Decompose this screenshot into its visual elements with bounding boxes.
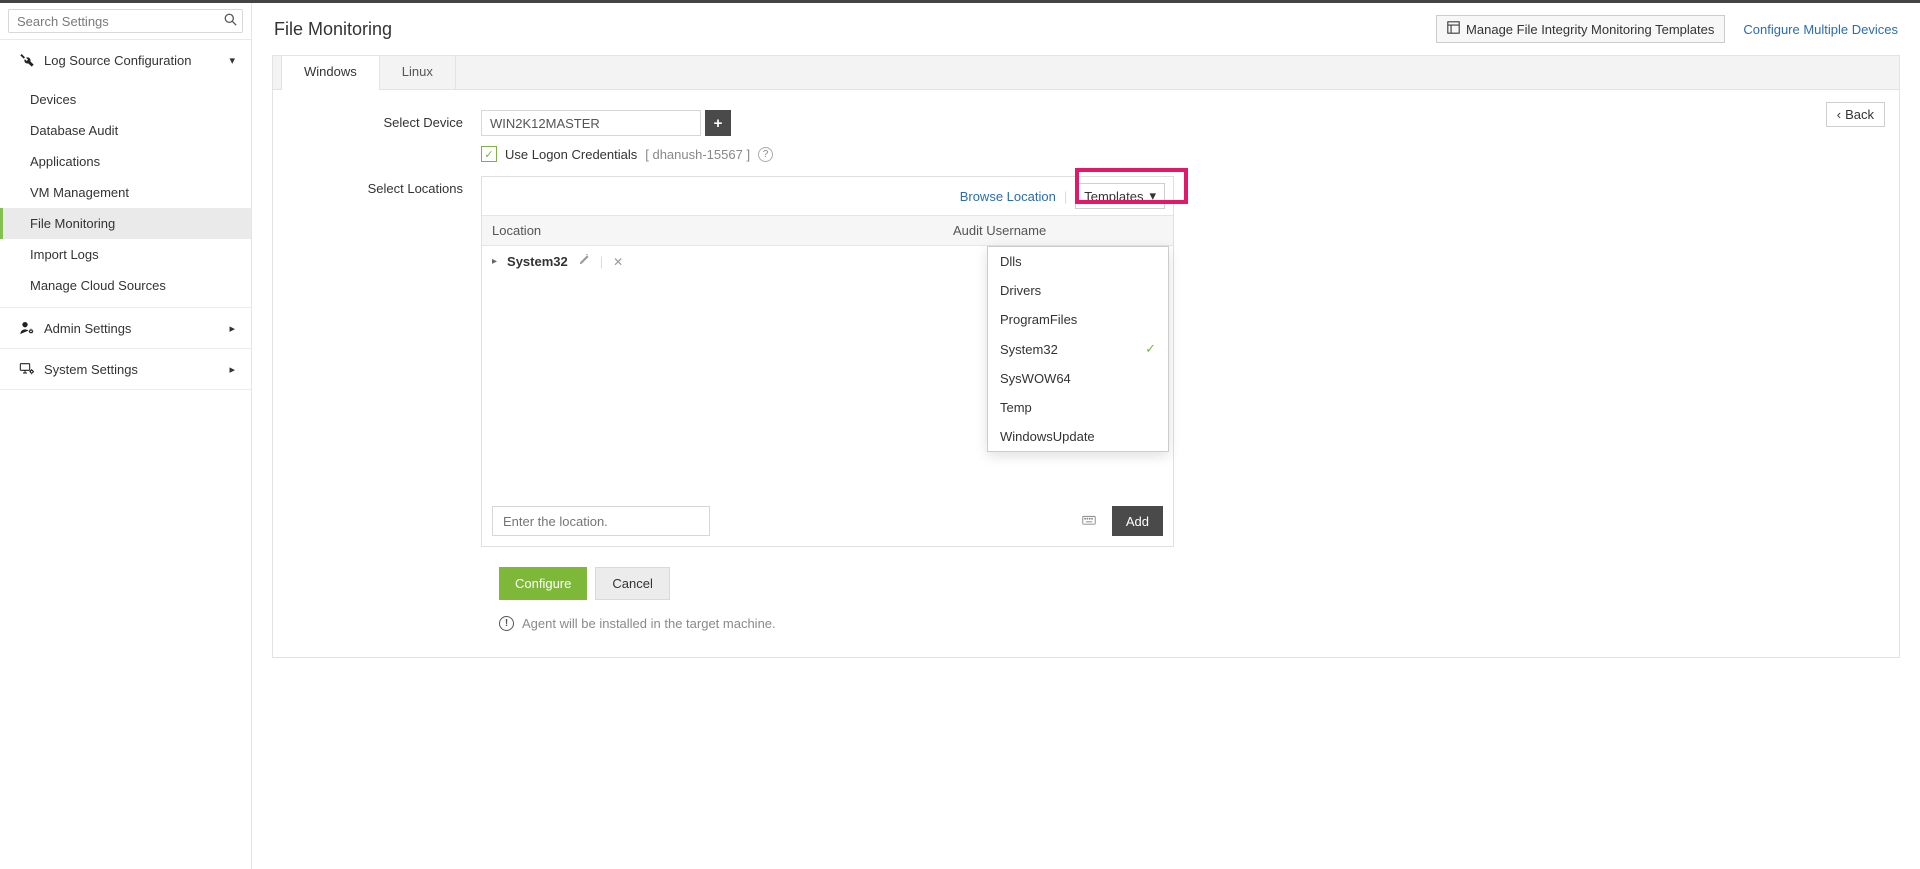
sidebar-header-admin-label: Admin Settings [44, 321, 229, 336]
template-icon [1447, 21, 1460, 37]
chevron-left-icon: ‹ [1837, 107, 1841, 122]
search-icon[interactable] [224, 13, 237, 29]
label-select-locations: Select Locations [291, 176, 481, 196]
chevron-down-icon: ▾ [229, 54, 235, 67]
sidebar-item-file-monitoring[interactable]: File Monitoring [0, 208, 251, 239]
chevron-right-icon: ▸ [229, 363, 235, 376]
sidebar-item-manage-cloud-sources[interactable]: Manage Cloud Sources [0, 270, 251, 301]
location-input[interactable] [492, 506, 710, 536]
main: File Monitoring Manage File Integrity Mo… [252, 3, 1920, 869]
search-wrap [0, 3, 251, 40]
locations-body: ▸ System32 | ✕ Dl [482, 246, 1173, 496]
row-select-device: Select Device + ✓ Use Logon C [291, 110, 1881, 162]
action-row: Configure Cancel [499, 567, 1881, 600]
sidebar-header-admin[interactable]: Admin Settings ▸ [0, 308, 251, 348]
check-icon: ✓ [484, 148, 493, 161]
page-title: File Monitoring [274, 19, 392, 40]
sidebar-item-import-logs[interactable]: Import Logs [0, 239, 251, 270]
note-text: Agent will be installed in the target ma… [522, 616, 776, 631]
template-option-windowsupdate[interactable]: WindowsUpdate [988, 422, 1168, 451]
locations-toolbar: Browse Location | Templates ▾ [482, 177, 1173, 215]
expand-caret-icon[interactable]: ▸ [492, 256, 497, 267]
template-option-temp[interactable]: Temp [988, 393, 1168, 422]
label-select-device: Select Device [291, 110, 481, 130]
cancel-button[interactable]: Cancel [595, 567, 669, 600]
sidebar: Log Source Configuration ▾ Devices Datab… [0, 3, 252, 869]
tab-content: ‹ Back Select Device + [273, 90, 1899, 657]
note-row: ! Agent will be installed in the target … [499, 616, 1881, 631]
separator: | [1064, 189, 1067, 204]
location-name: System32 [507, 254, 568, 269]
template-option-dlls[interactable]: Dlls [988, 247, 1168, 276]
sidebar-item-vm-management[interactable]: VM Management [0, 177, 251, 208]
add-location-button[interactable]: Add [1112, 506, 1163, 536]
sidebar-section-admin: Admin Settings ▸ [0, 308, 251, 349]
monitor-gear-icon [16, 361, 38, 377]
keyboard-icon[interactable] [1082, 514, 1096, 529]
wrench-icon [16, 52, 38, 68]
locations-footer: Add [482, 496, 1173, 546]
header-actions: Manage File Integrity Monitoring Templat… [1436, 15, 1898, 43]
use-logon-label: Use Logon Credentials [505, 147, 637, 162]
help-icon[interactable]: ? [758, 147, 773, 162]
templates-label: Templates [1084, 189, 1143, 204]
sidebar-section-system: System Settings ▸ [0, 349, 251, 390]
header-row: File Monitoring Manage File Integrity Mo… [272, 3, 1900, 55]
sidebar-header-system-label: System Settings [44, 362, 229, 377]
user-gear-icon [16, 320, 38, 336]
row-select-locations: Select Locations Browse Location | Templ… [291, 176, 1881, 547]
edit-icon[interactable] [578, 254, 590, 269]
templates-dropdown-button[interactable]: Templates ▾ [1075, 183, 1165, 209]
sidebar-item-applications[interactable]: Applications [0, 146, 251, 177]
manage-templates-label: Manage File Integrity Monitoring Templat… [1466, 22, 1714, 37]
device-input[interactable] [481, 110, 701, 136]
separator: | [600, 254, 603, 269]
sidebar-item-devices[interactable]: Devices [0, 84, 251, 115]
sidebar-items-log-source: Devices Database Audit Applications VM M… [0, 80, 251, 307]
configure-button[interactable]: Configure [499, 567, 587, 600]
templates-dropdown: Dlls Drivers ProgramFiles System32✓ SysW… [987, 246, 1169, 452]
info-icon: ! [499, 616, 514, 631]
tab-linux[interactable]: Linux [380, 56, 456, 89]
manage-templates-button[interactable]: Manage File Integrity Monitoring Templat… [1436, 15, 1725, 43]
add-device-button[interactable]: + [705, 110, 731, 136]
search-input[interactable] [8, 9, 243, 33]
caret-down-icon: ▾ [1149, 188, 1156, 204]
logon-user: [ dhanush-15567 ] [645, 147, 750, 162]
sidebar-item-database-audit[interactable]: Database Audit [0, 115, 251, 146]
content-box: Windows Linux ‹ Back Select Device + [272, 55, 1900, 658]
tab-windows[interactable]: Windows [281, 55, 380, 90]
plus-icon: + [714, 115, 723, 132]
chevron-right-icon: ▸ [229, 322, 235, 335]
sidebar-section-log-source: Log Source Configuration ▾ Devices Datab… [0, 40, 251, 308]
tabs: Windows Linux [273, 56, 1899, 90]
template-option-programfiles[interactable]: ProgramFiles [988, 305, 1168, 334]
sidebar-header-label: Log Source Configuration [44, 53, 229, 68]
back-button[interactable]: ‹ Back [1826, 102, 1885, 127]
locations-header: Location Audit Username [482, 215, 1173, 246]
sidebar-header-system[interactable]: System Settings ▸ [0, 349, 251, 389]
locations-panel: Browse Location | Templates ▾ [481, 176, 1174, 547]
col-location: Location [482, 216, 943, 245]
back-label: Back [1845, 107, 1874, 122]
browse-location-link[interactable]: Browse Location [960, 189, 1056, 204]
logon-credentials-row: ✓ Use Logon Credentials [ dhanush-15567 … [481, 146, 1881, 162]
app-container: Log Source Configuration ▾ Devices Datab… [0, 3, 1920, 869]
sidebar-header-log-source[interactable]: Log Source Configuration ▾ [0, 40, 251, 80]
close-icon[interactable]: ✕ [613, 255, 623, 269]
use-logon-checkbox[interactable]: ✓ [481, 146, 497, 162]
check-icon: ✓ [1145, 341, 1156, 357]
template-option-syswow64[interactable]: SysWOW64 [988, 364, 1168, 393]
template-option-system32[interactable]: System32✓ [988, 334, 1168, 364]
template-option-drivers[interactable]: Drivers [988, 276, 1168, 305]
configure-multiple-link[interactable]: Configure Multiple Devices [1743, 22, 1898, 37]
col-audit-username: Audit Username [943, 216, 1173, 245]
